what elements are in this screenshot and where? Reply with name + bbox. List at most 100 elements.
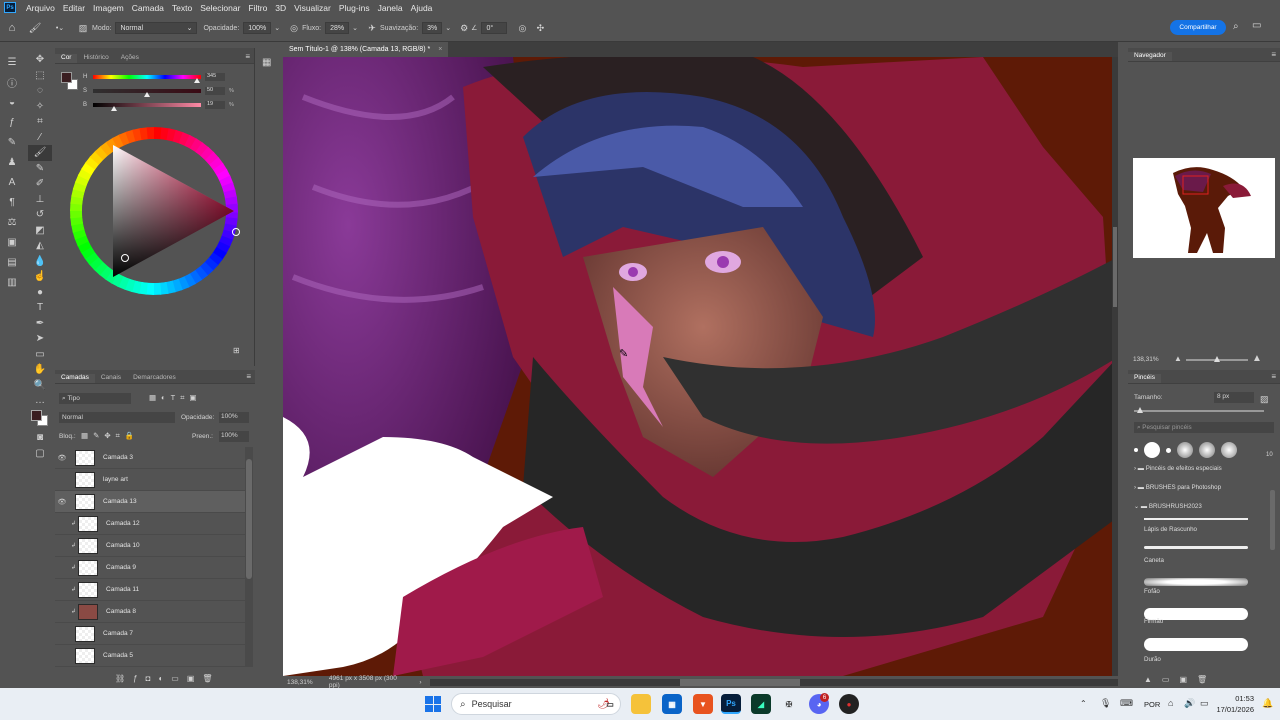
- layer-thumbnail[interactable]: [75, 449, 95, 466]
- blend-mode-select[interactable]: Normal: [59, 412, 175, 423]
- marquee-tool-icon[interactable]: ⬚: [28, 68, 52, 84]
- layer-thumbnail[interactable]: [78, 581, 99, 598]
- document-canvas[interactable]: ✎: [283, 57, 1118, 676]
- navigator-thumbnail[interactable]: [1133, 158, 1275, 258]
- taskbar-search[interactable]: ⌕ Pesquisar 🌶: [451, 693, 621, 715]
- brush-folder-brushrush[interactable]: ⌄ ▬ BRUSHRUSH2023: [1134, 499, 1202, 513]
- menu-imagem[interactable]: Imagem: [89, 3, 128, 13]
- home-icon[interactable]: ⌂: [0, 22, 24, 34]
- paint-bucket-tool-icon[interactable]: ◭: [28, 238, 52, 254]
- saturation-slider[interactable]: [93, 88, 201, 97]
- zoom-tool-icon[interactable]: 🔍: [28, 378, 52, 394]
- layer-name[interactable]: Camada 5: [103, 652, 133, 659]
- chevron-down-icon[interactable]: ⌄: [352, 24, 358, 32]
- layer-name[interactable]: Camada 7: [103, 630, 133, 637]
- hand-tool-icon[interactable]: ✋: [28, 362, 52, 378]
- clock-time[interactable]: 01:53: [1228, 694, 1254, 703]
- clone-stamp-tool-icon[interactable]: ⊥: [28, 192, 52, 208]
- panel-menu-icon[interactable]: ≡: [241, 52, 254, 63]
- chevron-down-icon[interactable]: ⌄: [445, 24, 451, 32]
- brush-folder-effects[interactable]: › ▬ Pincéis de efeitos especiais: [1134, 461, 1222, 475]
- layer-name[interactable]: Camada 12: [106, 520, 140, 527]
- panel-menu-icon[interactable]: ≡: [1267, 50, 1280, 61]
- layer-name[interactable]: Camada 8: [106, 608, 136, 615]
- smudge-tool-icon[interactable]: ☝: [28, 269, 52, 285]
- layer-row[interactable]: ↲ Camada 10: [55, 535, 245, 557]
- hue-slider-knob[interactable]: [193, 77, 200, 83]
- airbrush-icon[interactable]: ✈: [364, 23, 380, 34]
- layer-row[interactable]: ↲ Camada 11: [55, 579, 245, 601]
- panel-menu-icon[interactable]: ≡: [1267, 372, 1280, 383]
- share-button[interactable]: Compartilhar: [1170, 20, 1226, 35]
- tab-demarcadores[interactable]: Demarcadores: [127, 374, 182, 383]
- brush-search-input[interactable]: ⌕ Pesquisar pincéis: [1134, 422, 1274, 433]
- photoshop-taskbar-icon[interactable]: Ps: [721, 694, 741, 714]
- canvas-horizontal-scrollbar[interactable]: [429, 678, 1119, 686]
- tab-camadas[interactable]: Camadas: [55, 374, 95, 383]
- brush-item-firmao[interactable]: Firmão: [1144, 618, 1163, 625]
- gear-icon[interactable]: ⚙: [457, 23, 471, 34]
- s-value-input[interactable]: 50: [205, 86, 225, 95]
- brush-item-lapis[interactable]: Lápis de Rascunho: [1144, 526, 1197, 533]
- hue-slider[interactable]: [93, 74, 201, 83]
- brush-settings-icon[interactable]: ▨: [74, 23, 92, 34]
- brush-stroke-preview[interactable]: [1144, 638, 1248, 651]
- keyboard-icon[interactable]: ⌨: [1120, 698, 1133, 709]
- brightness-slider-knob[interactable]: [110, 105, 117, 111]
- tab-pinceis[interactable]: Pincéis: [1128, 374, 1161, 383]
- mixer-brush-tool-icon[interactable]: ✐: [28, 176, 52, 192]
- panel-menu-icon[interactable]: ≡: [242, 372, 255, 383]
- layer-name[interactable]: Camada 13: [103, 498, 137, 505]
- menu-3d[interactable]: 3D: [271, 3, 290, 13]
- size-slider[interactable]: [1134, 407, 1264, 413]
- workspace-icon[interactable]: ▭: [1252, 20, 1261, 31]
- mode-select[interactable]: Normal ⌄: [115, 22, 198, 34]
- layer-row[interactable]: ↲ Camada 12: [55, 513, 245, 535]
- screen-mode-icon[interactable]: ▢: [28, 446, 52, 462]
- chevron-down-icon[interactable]: ⌄: [274, 24, 280, 32]
- styles-icon[interactable]: ▥: [0, 272, 24, 292]
- network-icon[interactable]: ⌂: [1168, 698, 1173, 708]
- eraser-tool-icon[interactable]: ◩: [28, 223, 52, 239]
- layer-actions[interactable]: ⛓ƒ◘◐▭▣🗑: [115, 674, 221, 683]
- zoom-out-icon[interactable]: ▲: [1174, 354, 1182, 363]
- layer-row[interactable]: Camada 7: [55, 623, 245, 645]
- properties-icon[interactable]: ☰: [0, 52, 24, 72]
- document-tab[interactable]: Sem Título-1 @ 138% (Camada 13, RGB/8) *…: [283, 42, 449, 57]
- tab-acoes[interactable]: Ações: [115, 54, 145, 63]
- foreground-color-swatch[interactable]: [31, 409, 42, 421]
- b-value-input[interactable]: 19: [205, 100, 225, 109]
- layer-list-scrollbar[interactable]: [245, 447, 253, 667]
- layer-thumbnail[interactable]: [75, 625, 95, 642]
- menu-camada[interactable]: Camada: [128, 3, 168, 13]
- brush-item-caneta[interactable]: Caneta: [1144, 557, 1164, 564]
- pressure-opacity-icon[interactable]: ◎: [286, 23, 302, 34]
- brush-tool-icon[interactable]: 🖌: [28, 145, 52, 161]
- search-icon[interactable]: ⌕: [1233, 21, 1239, 32]
- size-slider-knob[interactable]: [1137, 407, 1143, 413]
- arrange-documents-icon[interactable]: ▦: [262, 57, 271, 68]
- fill-input[interactable]: 100%: [219, 431, 249, 442]
- menu-selecionar[interactable]: Selecionar: [196, 3, 244, 13]
- zoom-in-icon[interactable]: ▲: [1252, 353, 1262, 364]
- recent-brush-6[interactable]: [1221, 442, 1237, 458]
- h-value-input[interactable]: 345: [205, 72, 225, 81]
- store-icon[interactable]: ▦: [662, 694, 682, 714]
- size-input[interactable]: 8 px: [1214, 392, 1254, 403]
- zoom-readout[interactable]: 138,31%: [287, 679, 323, 686]
- layer-name[interactable]: Camada 9: [106, 564, 136, 571]
- recent-brush-4[interactable]: [1177, 442, 1193, 458]
- language-indicator[interactable]: POR: [1144, 700, 1160, 709]
- info-icon[interactable]: ⓘ: [0, 72, 24, 92]
- tab-canais[interactable]: Canais: [95, 374, 127, 383]
- layer-row[interactable]: ↲ Camada 8: [55, 601, 245, 623]
- symmetry-icon[interactable]: ✣: [531, 23, 549, 34]
- brushes-scrollbar[interactable]: [1270, 490, 1275, 550]
- layer-filter-icons[interactable]: ▦◐T⌗▣: [149, 393, 202, 403]
- character-icon[interactable]: A: [0, 172, 24, 192]
- crop-tool-icon[interactable]: ⌗: [28, 114, 52, 130]
- new-brush-icon[interactable]: ▨: [1260, 394, 1269, 405]
- lock-icons[interactable]: ▦✎✥⌗🔒: [81, 431, 139, 441]
- navigator-zoom[interactable]: 138,31%: [1133, 356, 1159, 363]
- menu-visualizar[interactable]: Visualizar: [290, 3, 335, 13]
